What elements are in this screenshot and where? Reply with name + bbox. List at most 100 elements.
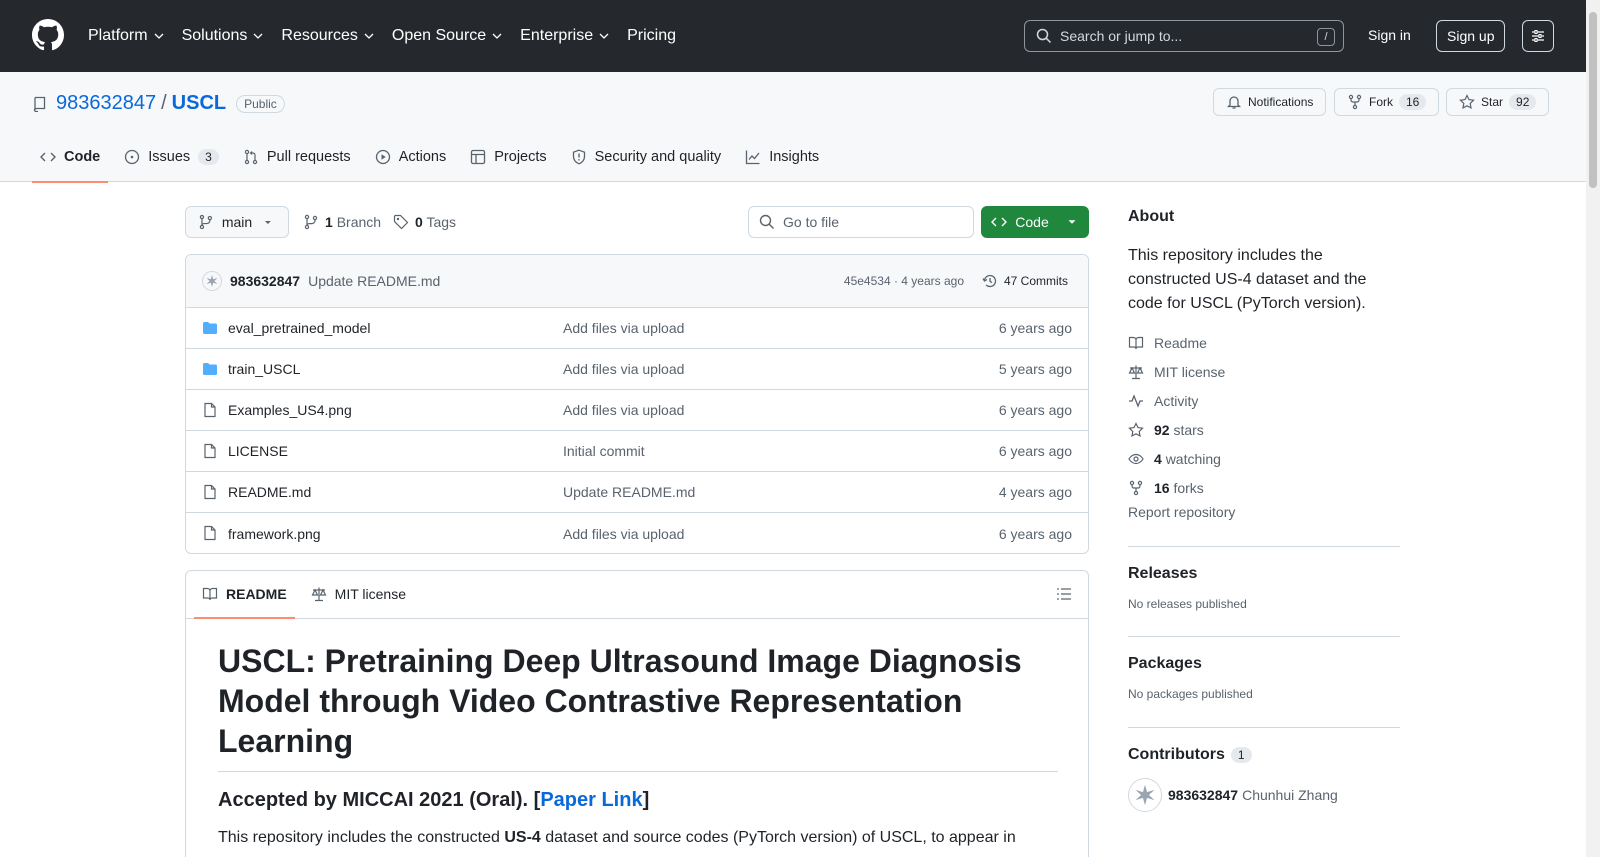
file-age: 5 years ago xyxy=(998,361,1072,377)
file-name[interactable]: eval_pretrained_model xyxy=(228,320,370,336)
repo-owner-link[interactable]: 983632847 xyxy=(56,92,156,115)
file-name[interactable]: README.md xyxy=(228,484,311,500)
branches-link[interactable]: 1 Branch xyxy=(303,214,381,230)
file-row[interactable]: Examples_US4.png Add files via upload 6 … xyxy=(186,390,1088,431)
activity-link[interactable]: Activity xyxy=(1128,386,1400,415)
file-commit-message[interactable]: Add files via upload xyxy=(563,320,684,336)
page-scrollbar[interactable] xyxy=(1586,0,1600,857)
sign-in-link[interactable]: Sign in xyxy=(1368,27,1411,43)
chevron-down-icon xyxy=(253,33,263,39)
readme-link[interactable]: Readme xyxy=(1128,328,1400,357)
caret-down-icon xyxy=(265,221,272,224)
tab-pull-requests[interactable]: Pull requests xyxy=(235,132,359,182)
code-button-label: Code xyxy=(1015,214,1049,230)
paper-link[interactable]: Paper Link xyxy=(540,789,642,811)
chevron-down-icon xyxy=(492,33,502,39)
file-commit-message[interactable]: Initial commit xyxy=(563,443,645,459)
watchers-link[interactable]: 4 watching xyxy=(1128,444,1400,473)
tab-security[interactable]: Security and quality xyxy=(563,132,730,182)
nav-platform[interactable]: Platform xyxy=(88,27,165,45)
fork-icon xyxy=(1129,480,1143,495)
contributor-item[interactable]: 983632847 Chunhui Zhang xyxy=(1128,778,1400,812)
contributor-username[interactable]: 983632847 xyxy=(1168,787,1238,803)
commit-message[interactable]: Update README.md xyxy=(308,273,440,289)
file-name[interactable]: Examples_US4.png xyxy=(228,402,352,418)
readme-panel: README MIT license USCL: Pretraining Dee… xyxy=(185,570,1089,857)
nav-enterprise[interactable]: Enterprise xyxy=(520,27,610,45)
notifications-label: Notifications xyxy=(1248,95,1314,109)
file-row[interactable]: LICENSE Initial commit 6 years ago xyxy=(186,431,1088,472)
go-to-file-input[interactable]: Go to file xyxy=(748,206,974,238)
about-section: About This repository includes the const… xyxy=(1128,208,1400,520)
star-button[interactable]: Star 92 xyxy=(1446,88,1550,116)
tab-issues[interactable]: Issues 3 xyxy=(116,132,227,182)
license-link[interactable]: MIT license xyxy=(1128,357,1400,386)
commit-author[interactable]: 983632847 xyxy=(230,273,300,289)
tab-readme[interactable]: README xyxy=(194,570,295,619)
releases-empty: No releases published xyxy=(1128,597,1247,611)
nav-open-source[interactable]: Open Source xyxy=(392,27,503,45)
menu-button[interactable] xyxy=(1522,20,1554,52)
file-name[interactable]: train_USCL xyxy=(228,361,300,377)
repo-name-link[interactable]: USCL xyxy=(172,92,226,115)
contributors-title[interactable]: Contributors 1 xyxy=(1128,746,1400,764)
file-row[interactable]: framework.png Add files via upload 6 yea… xyxy=(186,513,1088,553)
github-logo-icon[interactable] xyxy=(32,19,64,51)
file-row[interactable]: train_USCL Add files via upload 5 years … xyxy=(186,349,1088,390)
tab-projects[interactable]: Projects xyxy=(462,132,554,182)
packages-title[interactable]: Packages xyxy=(1128,655,1400,673)
sliders-icon xyxy=(1532,30,1544,42)
search-input[interactable]: Search or jump to... / xyxy=(1024,20,1344,52)
shield-icon xyxy=(572,149,585,165)
tags-link[interactable]: 0 Tags xyxy=(393,214,456,230)
table-of-contents-button[interactable] xyxy=(1056,586,1072,602)
file-row[interactable]: README.md Update README.md 4 years ago xyxy=(186,472,1088,513)
forks-link[interactable]: 16 forks xyxy=(1128,473,1400,502)
tab-actions[interactable]: Actions xyxy=(367,132,455,182)
avatar[interactable] xyxy=(202,271,222,291)
commits-link[interactable]: 47 Commits xyxy=(982,273,1068,289)
branch-selector[interactable]: main xyxy=(185,206,289,238)
pull-request-icon xyxy=(244,149,258,165)
nav-solutions[interactable]: Solutions xyxy=(182,27,265,45)
scrollbar-thumb[interactable] xyxy=(1589,12,1597,188)
releases-title[interactable]: Releases xyxy=(1128,565,1400,583)
history-icon xyxy=(982,274,997,288)
contributor-fullname: Chunhui Zhang xyxy=(1242,787,1338,803)
branches-label: Branch xyxy=(336,214,382,230)
stars-link[interactable]: 92 stars xyxy=(1128,415,1400,444)
report-repository-link[interactable]: Report repository xyxy=(1128,504,1400,520)
commit-meta[interactable]: 45e4534 · 4 years ago xyxy=(844,274,964,288)
graph-icon xyxy=(746,150,760,165)
packages-empty: No packages published xyxy=(1128,687,1253,701)
fork-button[interactable]: Fork 16 xyxy=(1334,88,1440,116)
star-count: 92 xyxy=(1509,94,1537,110)
sign-up-button[interactable]: Sign up xyxy=(1436,20,1506,52)
code-button[interactable]: Code xyxy=(981,206,1089,238)
tab-insights[interactable]: Insights xyxy=(737,132,827,182)
tab-license[interactable]: MIT license xyxy=(303,570,414,618)
repo-icon xyxy=(33,96,46,112)
law-icon xyxy=(1128,365,1144,379)
file-name[interactable]: framework.png xyxy=(228,526,321,542)
readme-tabs: README MIT license xyxy=(186,571,1088,619)
file-commit-message[interactable]: Update README.md xyxy=(563,484,695,500)
file-commit-message[interactable]: Add files via upload xyxy=(563,402,684,418)
file-name[interactable]: LICENSE xyxy=(228,443,288,459)
fork-count: 16 xyxy=(1399,94,1427,110)
file-row[interactable]: eval_pretrained_model Add files via uplo… xyxy=(186,308,1088,349)
chevron-down-icon xyxy=(364,33,374,39)
file-commit-message[interactable]: Add files via upload xyxy=(563,361,684,377)
nav-resources[interactable]: Resources xyxy=(281,27,374,45)
readme-paragraph: This repository includes the constructed… xyxy=(218,829,1016,846)
avatar[interactable] xyxy=(1128,778,1162,812)
file-commit-message[interactable]: Add files via upload xyxy=(563,526,684,542)
file-icon xyxy=(204,525,216,541)
nav-pricing[interactable]: Pricing xyxy=(627,27,676,45)
file-age: 6 years ago xyxy=(998,443,1072,459)
notifications-button[interactable]: Notifications xyxy=(1213,88,1327,116)
commits-label: 47 Commits xyxy=(1003,274,1068,288)
tab-code[interactable]: Code xyxy=(32,132,109,183)
about-links: Readme MIT license Activity 92 stars 4 w… xyxy=(1128,328,1400,521)
code-icon xyxy=(40,152,56,162)
